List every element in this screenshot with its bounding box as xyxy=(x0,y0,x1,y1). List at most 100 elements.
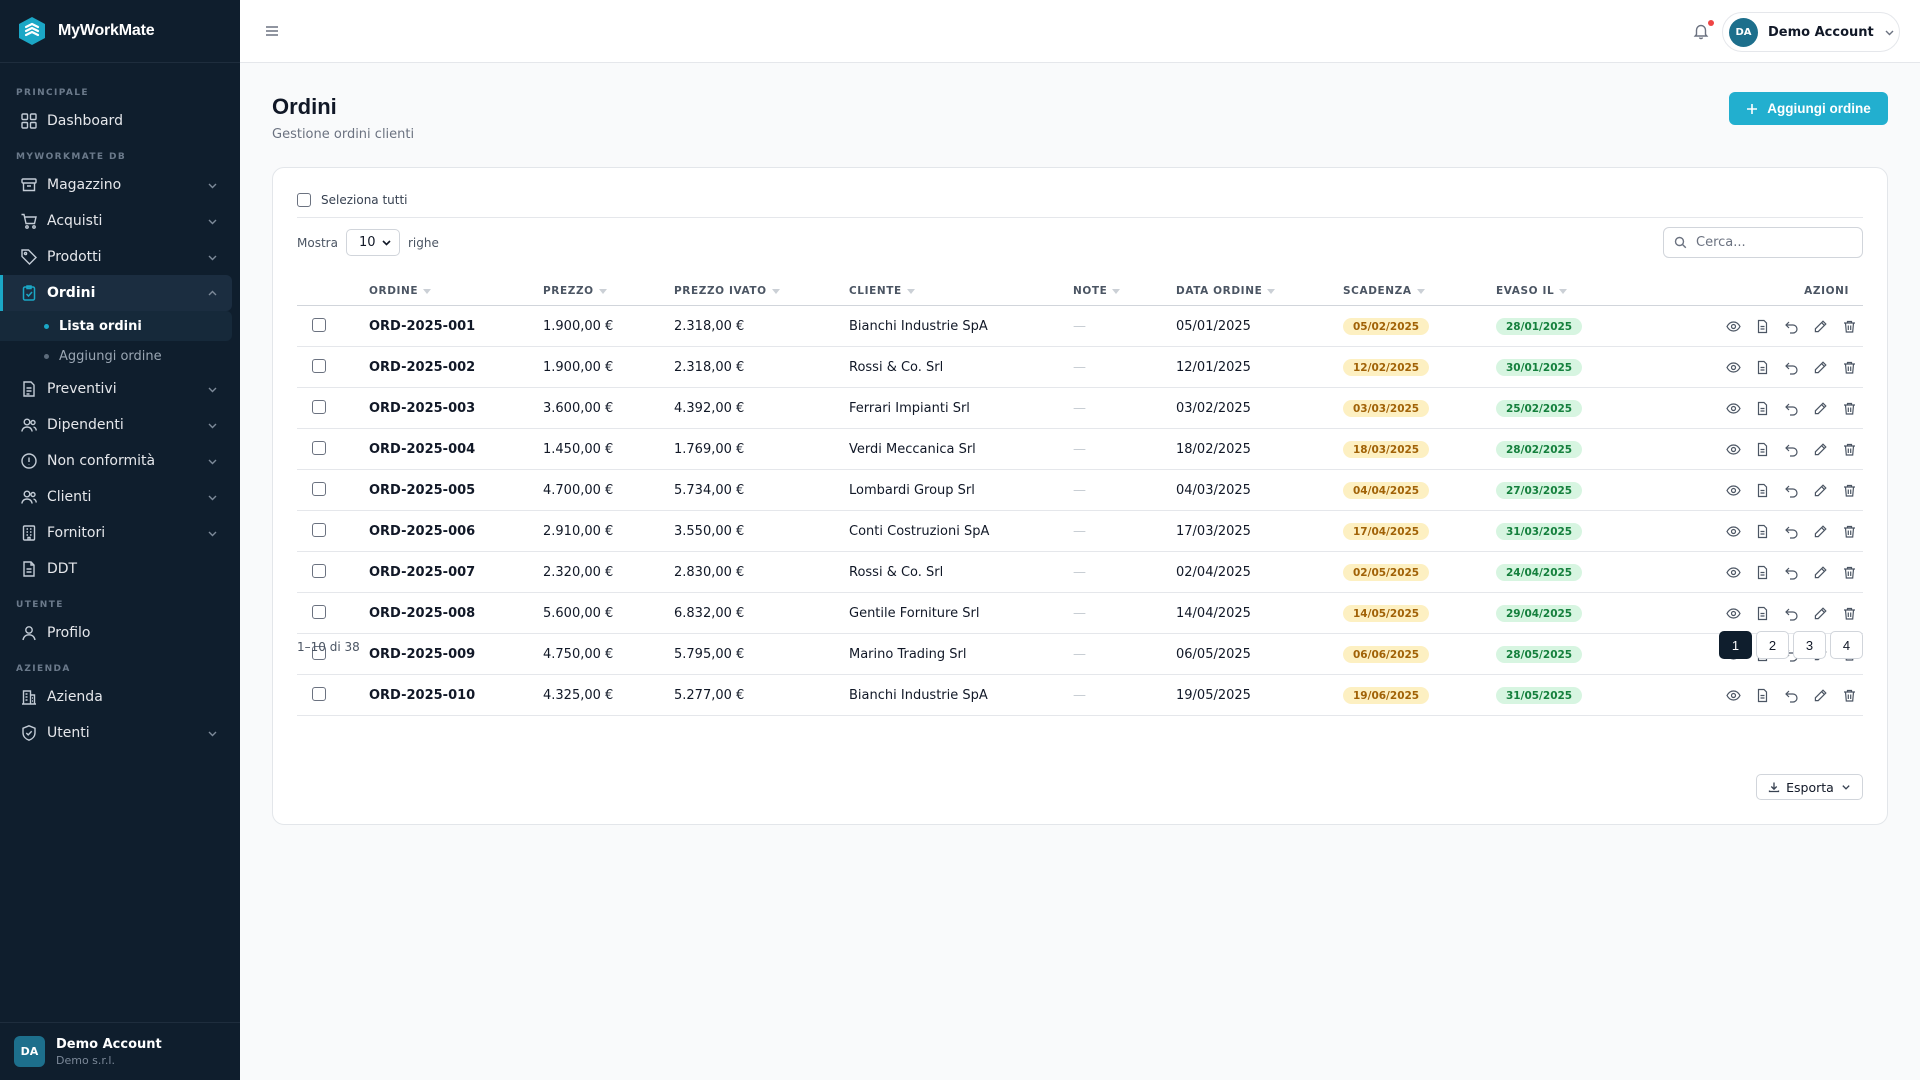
col-header-cliente[interactable]: CLIENTE xyxy=(849,285,915,297)
col-header-prezzo-ivato[interactable]: PREZZO IVATO xyxy=(674,285,780,297)
document-button[interactable] xyxy=(1741,319,1768,334)
row-checkbox[interactable] xyxy=(312,605,326,619)
view-button[interactable] xyxy=(1712,401,1741,416)
row-checkbox[interactable] xyxy=(312,441,326,455)
view-button[interactable] xyxy=(1712,524,1741,539)
menu-icon[interactable] xyxy=(264,23,280,39)
sidebar-item-non-conformita[interactable]: Non conformità xyxy=(0,443,240,479)
document-button[interactable] xyxy=(1741,483,1768,498)
delete-button[interactable] xyxy=(1828,442,1855,457)
revert-button[interactable] xyxy=(1770,688,1798,703)
document-button[interactable] xyxy=(1741,524,1768,539)
delete-button[interactable] xyxy=(1828,483,1855,498)
edit-button[interactable] xyxy=(1799,401,1827,416)
row-checkbox[interactable] xyxy=(312,359,326,373)
row-checkbox[interactable] xyxy=(312,482,326,496)
view-button[interactable] xyxy=(1712,688,1741,703)
revert-button[interactable] xyxy=(1770,524,1798,539)
sidebar-item-preventivi[interactable]: Preventivi xyxy=(0,371,240,407)
sidebar-account[interactable]: DA Demo Account Demo s.r.l. xyxy=(0,1022,240,1080)
sidebar-item-dashboard[interactable]: Dashboard xyxy=(0,103,240,139)
order-id[interactable]: ORD-2025-007 xyxy=(369,565,475,580)
page-button-4[interactable]: 4 xyxy=(1830,631,1863,659)
edit-button[interactable] xyxy=(1799,483,1827,498)
col-header-ordine[interactable]: ORDINE xyxy=(369,285,432,297)
edit-button[interactable] xyxy=(1799,524,1827,539)
order-id[interactable]: ORD-2025-003 xyxy=(369,401,475,416)
document-button[interactable] xyxy=(1741,688,1768,703)
view-button[interactable] xyxy=(1712,442,1741,457)
sidebar-item-clienti[interactable]: Clienti xyxy=(0,479,240,515)
sidebar-item-magazzino[interactable]: Magazzino xyxy=(0,167,240,203)
order-id[interactable]: ORD-2025-009 xyxy=(369,647,475,662)
view-button[interactable] xyxy=(1712,319,1741,334)
edit-button[interactable] xyxy=(1799,360,1827,375)
col-header-evaso-il[interactable]: EVASO IL xyxy=(1496,285,1568,297)
document-button[interactable] xyxy=(1741,442,1768,457)
order-id[interactable]: ORD-2025-005 xyxy=(369,483,475,498)
revert-button[interactable] xyxy=(1770,565,1798,580)
sidebar-item-fornitori[interactable]: Fornitori xyxy=(0,515,240,551)
edit-button[interactable] xyxy=(1799,606,1827,621)
col-header-data-ordine[interactable]: DATA ORDINE xyxy=(1176,285,1276,297)
document-button[interactable] xyxy=(1741,401,1768,416)
export-button[interactable]: Esporta xyxy=(1756,774,1863,800)
order-id[interactable]: ORD-2025-010 xyxy=(369,688,475,703)
search-input[interactable] xyxy=(1696,235,1846,250)
order-id[interactable]: ORD-2025-008 xyxy=(369,606,475,621)
delete-button[interactable] xyxy=(1828,401,1855,416)
order-id[interactable]: ORD-2025-004 xyxy=(369,442,475,457)
sidebar-subitem-lista-ordini[interactable]: Lista ordini xyxy=(0,311,232,341)
revert-button[interactable] xyxy=(1770,606,1798,621)
rows-per-page-select[interactable]: 10 xyxy=(345,229,400,256)
row-checkbox[interactable] xyxy=(312,523,326,537)
view-button[interactable] xyxy=(1712,606,1741,621)
select-all[interactable]: Seleziona tutti xyxy=(297,193,408,207)
document-button[interactable] xyxy=(1741,606,1768,621)
select-all-checkbox[interactable] xyxy=(297,193,311,207)
view-button[interactable] xyxy=(1712,565,1741,580)
page-button-2[interactable]: 2 xyxy=(1756,631,1789,659)
view-button[interactable] xyxy=(1712,360,1741,375)
edit-button[interactable] xyxy=(1799,319,1827,334)
edit-button[interactable] xyxy=(1799,442,1827,457)
user-menu[interactable]: DA Demo Account xyxy=(1722,12,1900,52)
brand[interactable]: MyWorkMate xyxy=(0,0,240,63)
col-header-note[interactable]: NOTE xyxy=(1073,285,1121,297)
sidebar-item-ddt[interactable]: DDT xyxy=(0,551,240,587)
add-order-button[interactable]: Aggiungi ordine xyxy=(1729,92,1888,125)
col-header-prezzo[interactable]: PREZZO xyxy=(543,285,607,297)
document-button[interactable] xyxy=(1741,360,1768,375)
sidebar-item-prodotti[interactable]: Prodotti xyxy=(0,239,240,275)
row-checkbox[interactable] xyxy=(312,400,326,414)
bell-icon[interactable] xyxy=(1692,22,1710,40)
revert-button[interactable] xyxy=(1770,360,1798,375)
page-button-3[interactable]: 3 xyxy=(1793,631,1826,659)
revert-button[interactable] xyxy=(1770,401,1798,416)
delete-button[interactable] xyxy=(1828,319,1855,334)
page-button-1[interactable]: 1 xyxy=(1719,631,1752,659)
delete-button[interactable] xyxy=(1828,524,1855,539)
delete-button[interactable] xyxy=(1828,688,1855,703)
view-button[interactable] xyxy=(1712,483,1741,498)
order-id[interactable]: ORD-2025-006 xyxy=(369,524,475,539)
row-checkbox[interactable] xyxy=(312,687,326,701)
delete-button[interactable] xyxy=(1828,606,1855,621)
row-checkbox[interactable] xyxy=(312,318,326,332)
sidebar-item-ordini[interactable]: Ordini xyxy=(0,275,232,311)
sidebar-item-utenti[interactable]: Utenti xyxy=(0,715,240,751)
edit-button[interactable] xyxy=(1799,688,1827,703)
delete-button[interactable] xyxy=(1828,565,1855,580)
sidebar-item-azienda[interactable]: Azienda xyxy=(0,679,240,715)
revert-button[interactable] xyxy=(1770,483,1798,498)
revert-button[interactable] xyxy=(1770,442,1798,457)
row-checkbox[interactable] xyxy=(312,564,326,578)
delete-button[interactable] xyxy=(1828,360,1855,375)
document-button[interactable] xyxy=(1741,565,1768,580)
sidebar-subitem-aggiungi-ordine[interactable]: Aggiungi ordine xyxy=(0,341,240,371)
sidebar-item-dipendenti[interactable]: Dipendenti xyxy=(0,407,240,443)
revert-button[interactable] xyxy=(1770,319,1798,334)
sidebar-item-profilo[interactable]: Profilo xyxy=(0,615,240,651)
edit-button[interactable] xyxy=(1799,565,1827,580)
order-id[interactable]: ORD-2025-001 xyxy=(369,319,475,334)
